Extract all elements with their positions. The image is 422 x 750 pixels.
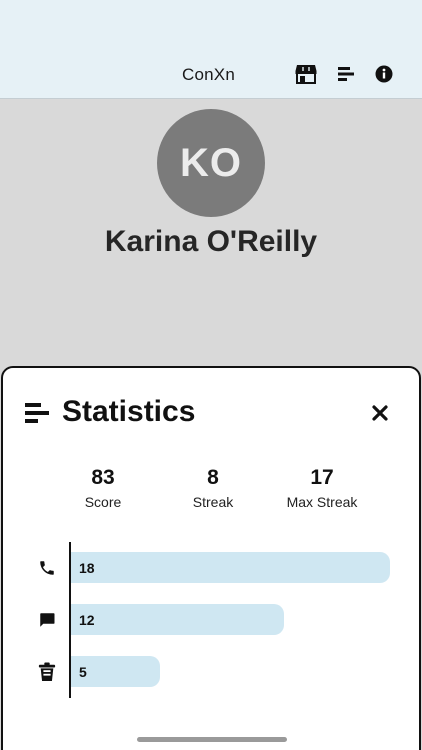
sheet-title: Statistics bbox=[62, 395, 196, 428]
home-indicator bbox=[137, 737, 287, 742]
bar bbox=[71, 552, 390, 583]
bar-row-calls: 18 bbox=[3, 552, 422, 584]
trash-icon bbox=[37, 662, 57, 682]
stat-value: 17 bbox=[310, 466, 334, 489]
bar-value: 12 bbox=[79, 612, 95, 628]
store-icon[interactable] bbox=[295, 64, 317, 84]
stat-max-streak: 17 Max Streak bbox=[257, 466, 387, 510]
top-bar: ConXn bbox=[0, 0, 422, 99]
close-icon bbox=[372, 405, 388, 421]
bar bbox=[71, 604, 284, 635]
stats-icon bbox=[25, 402, 51, 424]
bar-value: 18 bbox=[79, 560, 95, 576]
avatar-initials: KO bbox=[180, 140, 242, 185]
stat-label: Max Streak bbox=[286, 494, 358, 510]
message-icon bbox=[37, 610, 57, 630]
phone-icon bbox=[37, 558, 57, 578]
avatar[interactable]: KO bbox=[157, 109, 265, 217]
bar-row-deleted: 5 bbox=[3, 656, 422, 688]
close-button[interactable] bbox=[369, 402, 391, 424]
statistics-sheet: Statistics 83 Score 8 Streak 17 Max Stre… bbox=[1, 366, 421, 750]
profile-section: KO Karina O'Reilly bbox=[0, 99, 422, 369]
bar-value: 5 bbox=[79, 664, 87, 680]
bar-row-messages: 12 bbox=[3, 604, 422, 636]
profile-name: Karina O'Reilly bbox=[104, 225, 318, 258]
app-title: ConXn bbox=[182, 65, 235, 84]
app-screen: ConXn KO Karina O'Reilly Statistics 83 S… bbox=[0, 0, 422, 750]
stats-icon[interactable] bbox=[336, 64, 358, 84]
info-icon[interactable] bbox=[373, 64, 395, 84]
